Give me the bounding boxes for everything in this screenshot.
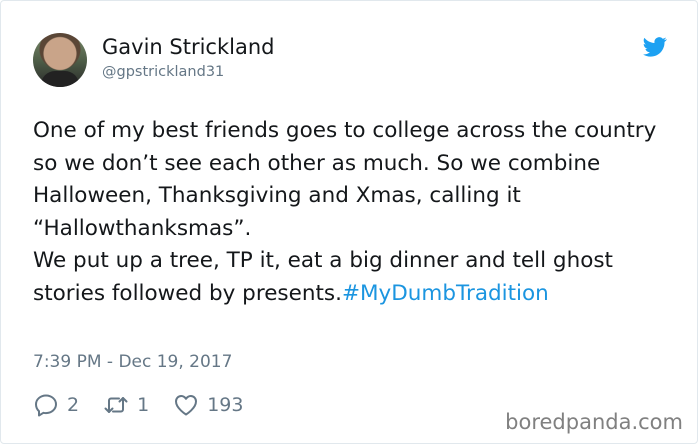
avatar[interactable] [33,33,87,87]
reply-count: 2 [67,394,80,416]
display-name[interactable]: Gavin Strickland [102,35,274,59]
like-count: 193 [207,394,244,416]
tweet-paragraph-2: We put up a tree, TP it, eat a big dinne… [33,245,683,310]
reply-button[interactable]: 2 [33,392,79,418]
tweet-card: Gavin Strickland @gpstrickland31 One of … [0,0,698,444]
retweet-count: 1 [137,394,150,416]
twitter-bird-icon[interactable] [643,37,667,57]
reply-icon [35,394,57,417]
tweet-timestamp[interactable]: 7:39 PM - Dec 19, 2017 [33,352,232,372]
tweet-paragraph-1: One of my best friends goes to college a… [33,118,657,241]
tweet-text: One of my best friends goes to college a… [33,115,683,310]
heart-icon [175,395,198,416]
hashtag-link[interactable]: #MyDumbTradition [342,281,549,306]
user-handle[interactable]: @gpstrickland31 [102,64,224,80]
retweet-button[interactable]: 1 [103,392,149,418]
like-button[interactable]: 193 [173,392,243,418]
retweet-icon [104,397,128,413]
watermark: boredpanda.com [505,410,683,434]
tweet-actions: 2 1 193 [33,390,267,420]
